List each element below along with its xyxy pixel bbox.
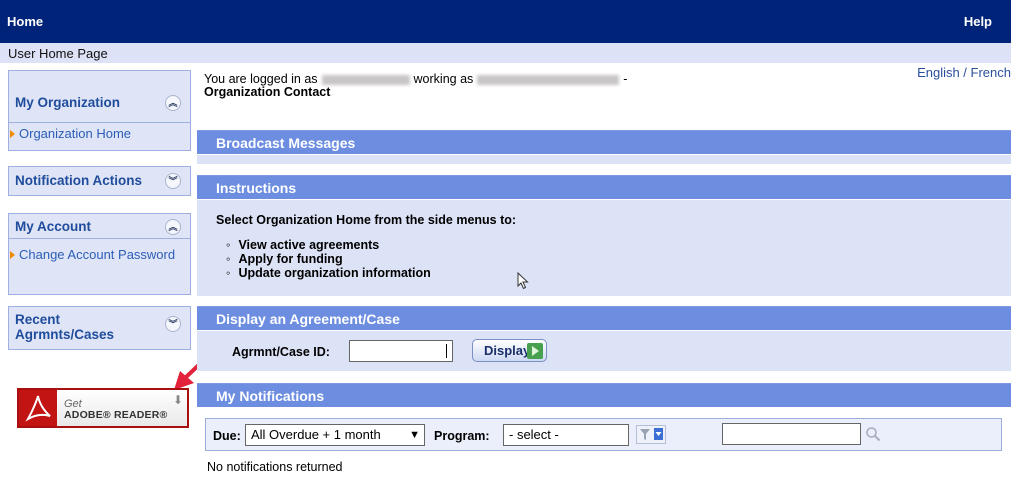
text-caret bbox=[446, 344, 447, 358]
sidebar-item-organization-home[interactable]: Organization Home bbox=[9, 126, 190, 141]
instructions-header: Instructions bbox=[197, 175, 1011, 199]
redacted-username bbox=[321, 74, 410, 85]
display-case-header: Display an Agreement/Case bbox=[197, 306, 1011, 330]
display-button-label: Display bbox=[484, 343, 531, 358]
due-select-value: All Overdue + 1 month bbox=[251, 427, 381, 442]
home-link[interactable]: Home bbox=[7, 14, 43, 29]
adobe-logo-icon bbox=[19, 390, 57, 426]
due-label: Due: bbox=[213, 429, 241, 443]
program-label: Program: bbox=[434, 429, 490, 443]
filter-icon[interactable] bbox=[636, 425, 666, 444]
language-toggle[interactable]: English / French bbox=[917, 65, 1011, 80]
list-item: View active agreements bbox=[226, 238, 431, 252]
download-arrow-icon: ⬇ bbox=[172, 393, 183, 407]
expand-icon[interactable]: ︾ bbox=[165, 316, 181, 332]
display-button[interactable]: Display bbox=[472, 339, 547, 362]
instructions-title: Instructions bbox=[216, 180, 297, 196]
sidebar-item-change-password[interactable]: Change Account Password bbox=[9, 247, 179, 262]
display-case-title: Display an Agreement/Case bbox=[216, 311, 400, 327]
chevron-down-icon: ▼ bbox=[409, 429, 420, 441]
expand-icon[interactable]: ︾ bbox=[165, 173, 181, 189]
redacted-organization bbox=[477, 74, 620, 85]
adobe-reader-label: ADOBE® READER® bbox=[64, 409, 168, 421]
broadcast-header: Broadcast Messages bbox=[197, 130, 1011, 154]
get-adobe-reader-badge[interactable]: Get ADOBE® READER® ⬇ bbox=[17, 388, 189, 428]
sidebar-section-my-organization: My Organization ︽ Organization Home bbox=[8, 70, 191, 151]
instructions-text: Select Organization Home from the side m… bbox=[216, 213, 517, 227]
section-title[interactable]: Recent Agrmnts/Cases bbox=[15, 312, 135, 342]
page-title: User Home Page bbox=[8, 46, 108, 61]
go-arrow-icon bbox=[527, 343, 543, 359]
user-role: Organization Contact bbox=[204, 85, 331, 99]
page-title-bar: User Home Page bbox=[0, 43, 1011, 63]
list-item: Update organization information bbox=[226, 266, 430, 280]
sidebar-section-my-account: My Account ︽ Change Account Password bbox=[8, 213, 191, 295]
program-select[interactable]: - select - bbox=[503, 424, 629, 446]
notifications-header: My Notifications bbox=[197, 383, 1011, 407]
notifications-title: My Notifications bbox=[216, 388, 325, 404]
program-select-value: - select - bbox=[509, 427, 559, 442]
help-link[interactable]: Help bbox=[964, 14, 992, 29]
top-nav-bar: Home Help bbox=[0, 0, 1011, 43]
sidebar-section-notification-actions: Notification Actions ︾ bbox=[8, 166, 191, 196]
sidebar-section-recent: Recent Agrmnts/Cases ︾ bbox=[8, 306, 191, 350]
broadcast-panel bbox=[197, 155, 1011, 164]
mouse-cursor-icon bbox=[517, 272, 529, 290]
section-title[interactable]: My Account bbox=[15, 219, 91, 234]
notification-search-input[interactable] bbox=[722, 423, 861, 445]
login-info: You are logged in as working as - Organiza… bbox=[204, 72, 628, 99]
case-id-label: Agrmnt/Case ID: bbox=[232, 345, 330, 359]
collapse-icon[interactable]: ︽ bbox=[165, 219, 181, 235]
collapse-icon[interactable]: ︽ bbox=[165, 95, 181, 111]
instructions-list: View active agreements Apply for funding… bbox=[226, 238, 431, 280]
section-title[interactable]: Notification Actions bbox=[15, 173, 142, 188]
broadcast-title: Broadcast Messages bbox=[216, 135, 356, 151]
list-item: Apply for funding bbox=[226, 252, 431, 266]
case-id-input[interactable] bbox=[349, 340, 453, 362]
search-icon[interactable] bbox=[865, 426, 881, 442]
section-title[interactable]: My Organization bbox=[15, 95, 120, 110]
no-notifications-message: No notifications returned bbox=[207, 460, 343, 474]
due-select[interactable]: All Overdue + 1 month ▼ bbox=[245, 424, 425, 446]
